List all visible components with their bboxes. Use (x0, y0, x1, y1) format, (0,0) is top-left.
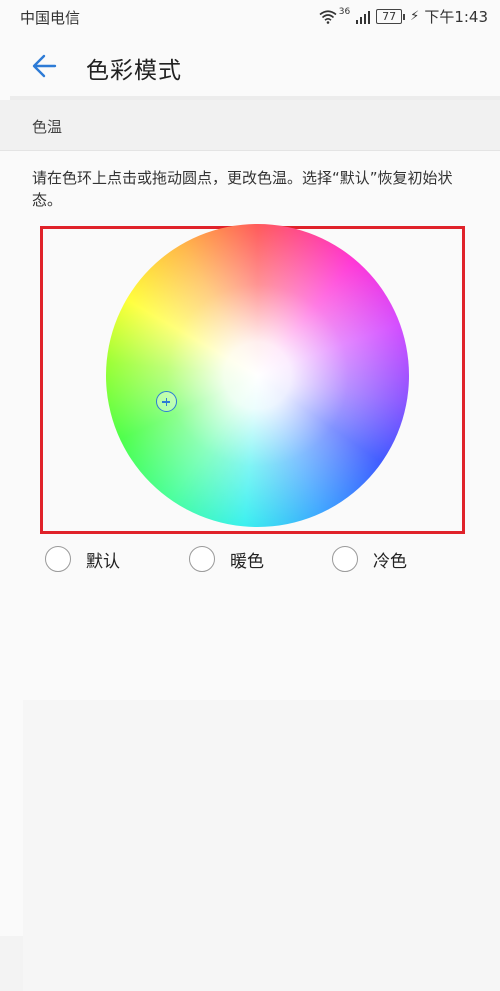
network-type-label: 36 (338, 6, 351, 17)
radio-button[interactable] (189, 546, 215, 572)
radio-label: 默认 (86, 551, 120, 572)
radio-option-default[interactable]: 默认 (45, 540, 120, 578)
crosshair-plus-icon[interactable] (156, 391, 177, 412)
status-icons: 36 77 ⚡ 下午1:43 (319, 6, 488, 27)
charging-icon: ⚡ (410, 9, 420, 24)
radio-option-warm[interactable]: 暖色 (189, 540, 264, 578)
radio-button[interactable] (332, 546, 358, 572)
arrow-left-icon (32, 54, 57, 78)
wifi-icon (319, 9, 337, 24)
status-bar: 中国电信 36 77 ⚡ 下午1:43 (0, 0, 500, 32)
color-temperature-description: 请在色环上点击或拖动圆点，更改色温。选择“默认”恢复初始状态。 (32, 169, 453, 209)
radio-label: 冷色 (373, 551, 407, 572)
page-title: 色彩模式 (86, 58, 182, 84)
radio-label: 暖色 (230, 551, 264, 572)
clock: 下午1:43 (424, 8, 488, 26)
radio-button[interactable] (45, 546, 71, 572)
app-bar: 色彩模式 (0, 32, 500, 98)
signal-icon (356, 10, 371, 24)
section-title: 色温 (32, 118, 63, 136)
color-temperature-wheel[interactable] (106, 224, 409, 527)
bottom-edge-strip (0, 936, 23, 991)
carrier-name: 中国电信 (20, 9, 81, 27)
section-header: 色温 (0, 100, 500, 151)
back-button[interactable] (26, 46, 66, 86)
battery-icon: 77 (376, 9, 406, 24)
empty-content-area (23, 700, 500, 991)
radio-option-cool[interactable]: 冷色 (332, 540, 407, 578)
